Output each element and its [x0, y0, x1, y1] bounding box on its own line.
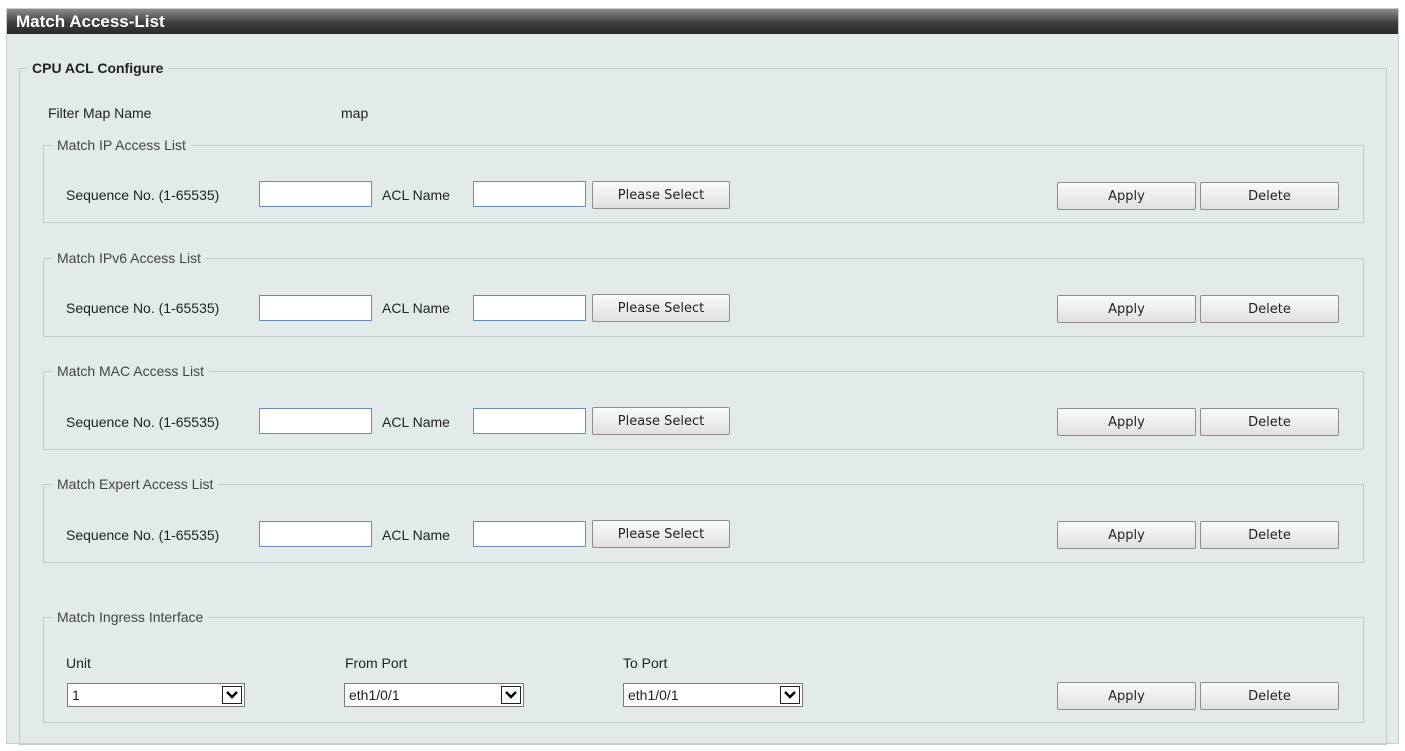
ingress-apply-button[interactable]: Apply [1057, 682, 1196, 710]
ip-delete-button[interactable]: Delete [1200, 182, 1339, 210]
expert-sequence-no-input[interactable] [259, 521, 372, 547]
to-port-label: To Port [623, 655, 668, 671]
match-ingress-interface-legend: Match Ingress Interface [52, 609, 209, 625]
ipv6-sequence-no-input[interactable] [259, 295, 372, 321]
sequence-no-label: Sequence No. (1-65535) [66, 527, 220, 543]
chevron-down-icon[interactable] [222, 686, 242, 704]
to-port-select[interactable]: eth1/0/1 [623, 683, 803, 707]
unit-select-value: 1 [72, 687, 80, 703]
sequence-no-label: Sequence No. (1-65535) [66, 187, 220, 203]
sequence-no-label: Sequence No. (1-65535) [66, 414, 220, 430]
acl-name-label: ACL Name [382, 414, 450, 430]
from-port-select-value: eth1/0/1 [349, 687, 400, 703]
mac-sequence-no-input[interactable] [259, 408, 372, 434]
ip-sequence-no-input[interactable] [259, 181, 372, 207]
mac-apply-button[interactable]: Apply [1057, 408, 1196, 436]
chevron-down-icon[interactable] [780, 686, 800, 704]
ipv6-please-select-button[interactable]: Please Select [592, 294, 730, 322]
acl-name-label: ACL Name [382, 527, 450, 543]
ip-please-select-button[interactable]: Please Select [592, 181, 730, 209]
ipv6-delete-button[interactable]: Delete [1200, 295, 1339, 323]
mac-please-select-button[interactable]: Please Select [592, 407, 730, 435]
acl-name-label: ACL Name [382, 300, 450, 316]
match-ipv6-access-list-legend: Match IPv6 Access List [52, 250, 206, 266]
expert-delete-button[interactable]: Delete [1200, 521, 1339, 549]
chevron-down-icon[interactable] [501, 686, 521, 704]
sequence-no-label: Sequence No. (1-65535) [66, 300, 220, 316]
page-panel: Match Access-List CPU ACL Configure Filt… [6, 8, 1399, 745]
expert-please-select-button[interactable]: Please Select [592, 520, 730, 548]
ip-acl-name-input[interactable] [473, 181, 586, 207]
page-title: Match Access-List [7, 9, 1398, 34]
mac-delete-button[interactable]: Delete [1200, 408, 1339, 436]
match-ip-access-list-legend: Match IP Access List [52, 137, 191, 153]
to-port-select-value: eth1/0/1 [628, 687, 679, 703]
cpu-acl-configure-legend: CPU ACL Configure [27, 60, 169, 76]
ip-apply-button[interactable]: Apply [1057, 182, 1196, 210]
unit-label: Unit [66, 655, 91, 671]
filter-map-name-label: Filter Map Name [48, 105, 152, 121]
match-expert-access-list-legend: Match Expert Access List [52, 476, 219, 492]
from-port-label: From Port [345, 655, 408, 671]
ipv6-acl-name-input[interactable] [473, 295, 586, 321]
filter-map-name-value: map [341, 105, 369, 121]
acl-name-label: ACL Name [382, 187, 450, 203]
mac-acl-name-input[interactable] [473, 408, 586, 434]
ingress-delete-button[interactable]: Delete [1200, 682, 1339, 710]
unit-select[interactable]: 1 [67, 683, 245, 707]
expert-acl-name-input[interactable] [473, 521, 586, 547]
match-mac-access-list-legend: Match MAC Access List [52, 363, 210, 379]
expert-apply-button[interactable]: Apply [1057, 521, 1196, 549]
from-port-select[interactable]: eth1/0/1 [344, 683, 524, 707]
ipv6-apply-button[interactable]: Apply [1057, 295, 1196, 323]
